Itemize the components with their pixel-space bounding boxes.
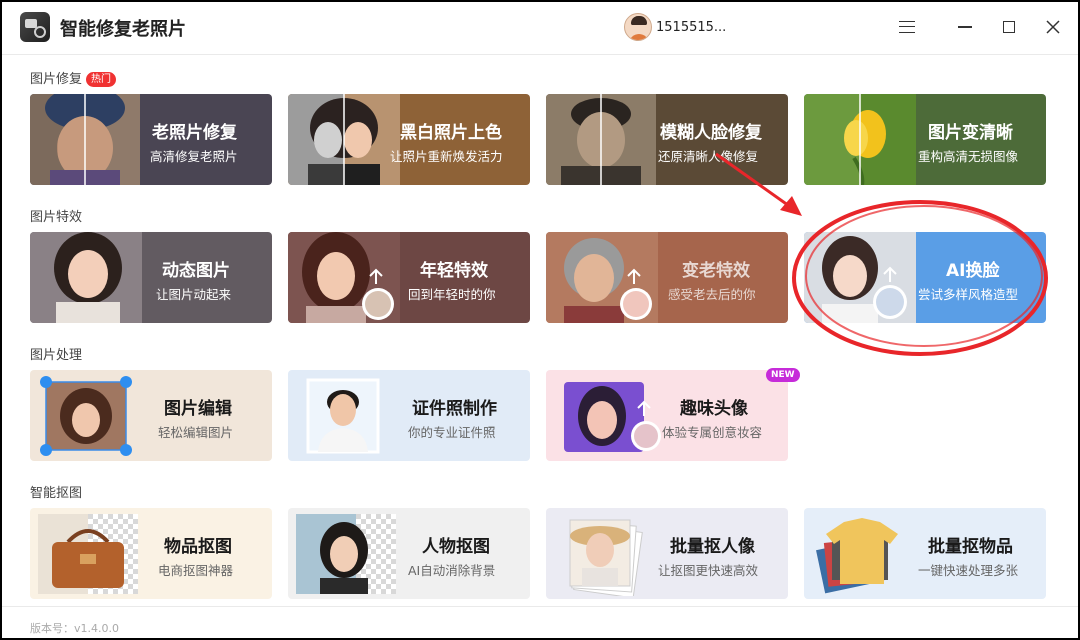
app-title: 智能修复老照片 — [60, 19, 186, 40]
card-younger-effect[interactable]: 年轻特效 回到年轻时的你 — [288, 232, 530, 323]
card-object-cutout[interactable]: 物品抠图 电商抠图神器 — [30, 508, 272, 599]
card-subtitle: 轻松编辑图片 — [158, 425, 234, 440]
app-icon — [20, 12, 50, 42]
card-subtitle: 你的专业证件照 — [408, 425, 496, 440]
close-icon[interactable] — [1038, 12, 1068, 42]
card-older-effect[interactable]: 变老特效 感受老去后的你 — [546, 232, 788, 323]
card-id-photo[interactable]: 证件照制作 你的专业证件照 — [288, 370, 530, 461]
card-subtitle: 重构高清无损图像 — [918, 149, 1019, 164]
card-batch-portrait[interactable]: 批量抠人像 让抠图更快速高效 — [546, 508, 788, 599]
card-title: 趣味头像 — [680, 399, 748, 419]
handbag-image — [38, 514, 138, 594]
card-subtitle: 体验专属创意妆容 — [662, 425, 763, 440]
batch-portrait-image — [569, 519, 643, 596]
section-title-cutout: 智能抠图 — [30, 486, 83, 501]
app-window: 智能修复老照片 1515515... 图片修复热门 老照片修复 高清修复老照片 — [2, 2, 1078, 638]
version-label: 版本号：v1.4.0.0 — [30, 622, 119, 635]
card-bw-colorize[interactable]: 黑白照片上色 让照片重新焕发活力 — [288, 94, 530, 185]
card-person-cutout[interactable]: 人物抠图 AI自动消除背景 — [288, 508, 530, 599]
card-photo-edit[interactable]: 图片编辑 轻松编辑图片 — [30, 370, 272, 461]
person-cutout-image — [296, 514, 396, 594]
card-title: 物品抠图 — [164, 537, 232, 557]
card-subtitle: 电商抠图神器 — [158, 563, 234, 578]
new-badge: NEW — [766, 368, 800, 382]
card-subtitle: 一键快速处理多张 — [918, 563, 1019, 578]
blur-face-image — [546, 94, 656, 185]
card-subtitle: 让图片动起来 — [156, 287, 232, 302]
edit-photo-image — [40, 376, 132, 456]
flower-image — [804, 94, 916, 185]
card-title: 批量抠物品 — [928, 537, 1013, 557]
card-subtitle: 尝试多样风格造型 — [918, 287, 1019, 302]
id-photo-image — [306, 378, 380, 454]
section-title-effects: 图片特效 — [30, 210, 83, 225]
card-title: 图片变清晰 — [928, 123, 1013, 143]
card-title: 老照片修复 — [152, 123, 237, 143]
card-fun-avatar[interactable]: 趣味头像 体验专属创意妆容 — [546, 370, 788, 461]
minimize-icon[interactable] — [950, 12, 980, 42]
card-title: 批量抠人像 — [670, 537, 755, 557]
card-subtitle: 让照片重新焕发活力 — [390, 149, 503, 164]
fun-avatar-image — [564, 382, 661, 452]
card-subtitle: 让抠图更快速高效 — [658, 563, 759, 578]
maximize-icon[interactable] — [994, 12, 1024, 42]
user-account[interactable]: 1515515... — [624, 12, 726, 42]
card-title: 模糊人脸修复 — [660, 123, 762, 143]
face-swap-image — [804, 232, 916, 323]
card-ai-face-swap[interactable]: AI换脸 尝试多样风格造型 — [804, 232, 1046, 323]
card-animated-photo[interactable]: 动态图片 让图片动起来 — [30, 232, 272, 323]
card-title: 证件照制作 — [412, 399, 497, 419]
card-title: 图片编辑 — [164, 399, 232, 419]
portrait-image — [30, 232, 142, 323]
card-title: 人物抠图 — [422, 537, 490, 557]
card-subtitle: 还原清晰人像修复 — [658, 149, 759, 164]
card-batch-object[interactable]: 批量抠物品 一键快速处理多张 — [804, 508, 1046, 599]
footer-divider — [2, 606, 1078, 607]
username[interactable]: 1515515... — [656, 20, 726, 35]
card-title: 变老特效 — [682, 261, 750, 281]
old-photo-image — [30, 94, 140, 185]
section-title-repair: 图片修复 热门 — [30, 68, 117, 87]
young-woman-image — [288, 232, 400, 323]
title-divider — [2, 54, 1078, 55]
card-title: 黑白照片上色 — [400, 123, 502, 143]
card-title: 动态图片 — [162, 261, 230, 281]
card-photo-enhance[interactable]: 图片变清晰 重构高清无损图像 — [804, 94, 1046, 185]
card-subtitle: 回到年轻时的你 — [408, 287, 496, 302]
bw-photo-image — [288, 94, 400, 185]
hot-badge: 热门 — [86, 72, 117, 87]
old-woman-image — [546, 232, 658, 323]
batch-object-image — [816, 518, 898, 594]
card-subtitle: 高清修复老照片 — [150, 149, 238, 164]
title-bar: 智能修复老照片 1515515... — [2, 2, 1078, 52]
card-old-photo-repair[interactable]: 老照片修复 高清修复老照片 — [30, 94, 272, 185]
card-subtitle: 感受老去后的你 — [668, 287, 756, 302]
card-title: 年轻特效 — [420, 261, 488, 281]
card-subtitle: AI自动消除背景 — [408, 563, 496, 578]
section-title-processing: 图片处理 — [30, 348, 83, 363]
menu-icon[interactable] — [892, 12, 922, 42]
card-blur-face-repair[interactable]: 模糊人脸修复 还原清晰人像修复 — [546, 94, 788, 185]
avatar[interactable] — [624, 13, 652, 41]
card-title: AI换脸 — [946, 261, 1000, 281]
